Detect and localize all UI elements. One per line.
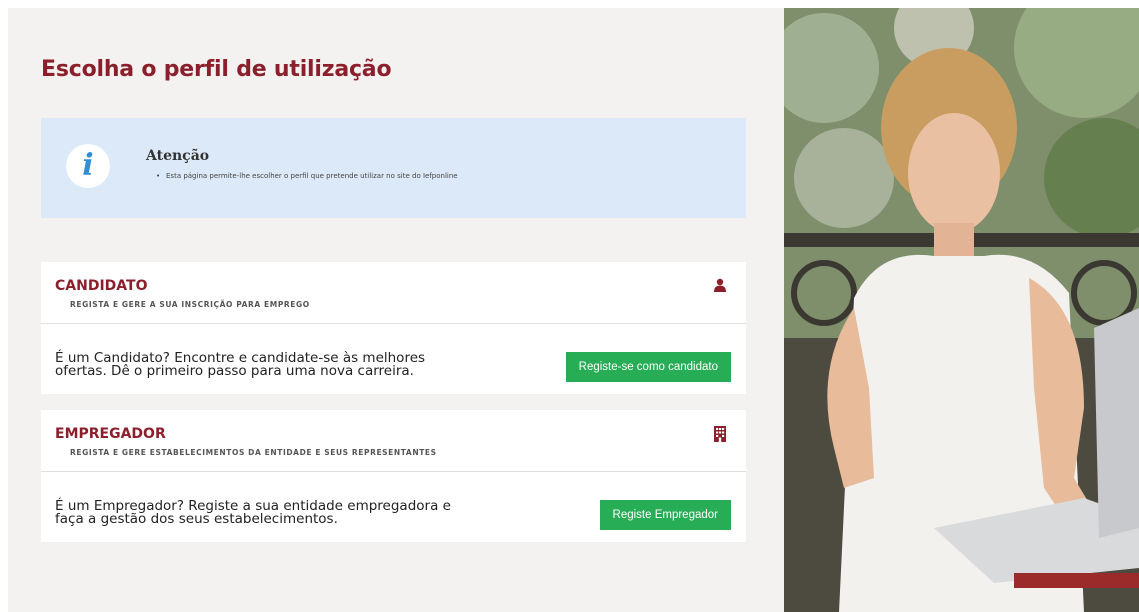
employer-title: EMPREGADOR (55, 426, 166, 442)
employer-card-header: EMPREGADOR REGISTA E GERE ESTABELECIMENT… (41, 410, 746, 472)
hero-photo (784, 8, 1139, 612)
employer-card-body: É um Empregador? Registe a sua entidade … (41, 472, 746, 542)
candidate-subtitle: REGISTA E GERE A SUA INSCRIÇÃO PARA EMPR… (70, 300, 310, 309)
employer-description: É um Empregador? Registe a sua entidade … (55, 499, 495, 527)
candidate-title: CANDIDATO (55, 278, 148, 294)
candidate-description-line2: ofertas. Dê o primeiro passo para uma no… (55, 363, 414, 379)
employer-card: EMPREGADOR REGISTA E GERE ESTABELECIMENT… (41, 410, 746, 542)
employer-description-line2: faça a gestão dos seus estabelecimentos. (55, 511, 338, 527)
building-icon (714, 426, 726, 442)
employer-subtitle: REGISTA E GERE ESTABELECIMENTOS DA ENTID… (70, 448, 437, 457)
attention-notice: i Atenção Esta página permite-lhe escolh… (41, 118, 746, 218)
main-panel: Escolha o perfil de utilização i Atenção… (8, 8, 784, 612)
hero-illustration (784, 8, 1139, 612)
candidate-card: CANDIDATO REGISTA E GERE A SUA INSCRIÇÃO… (41, 262, 746, 394)
user-icon (714, 278, 726, 292)
candidate-card-header: CANDIDATO REGISTA E GERE A SUA INSCRIÇÃO… (41, 262, 746, 324)
candidate-description: É um Candidato? Encontre e candidate-se … (55, 351, 495, 379)
page-title: Escolha o perfil de utilização (41, 57, 392, 82)
register-employer-button[interactable]: Registe Empregador (599, 500, 731, 530)
candidate-card-body: É um Candidato? Encontre e candidate-se … (41, 324, 746, 394)
notice-item: Esta página permite-lhe escolher o perfi… (156, 172, 458, 180)
register-candidate-button[interactable]: Registe-se como candidato (565, 352, 731, 382)
notice-title: Atenção (146, 148, 210, 164)
info-icon: i (66, 144, 110, 188)
